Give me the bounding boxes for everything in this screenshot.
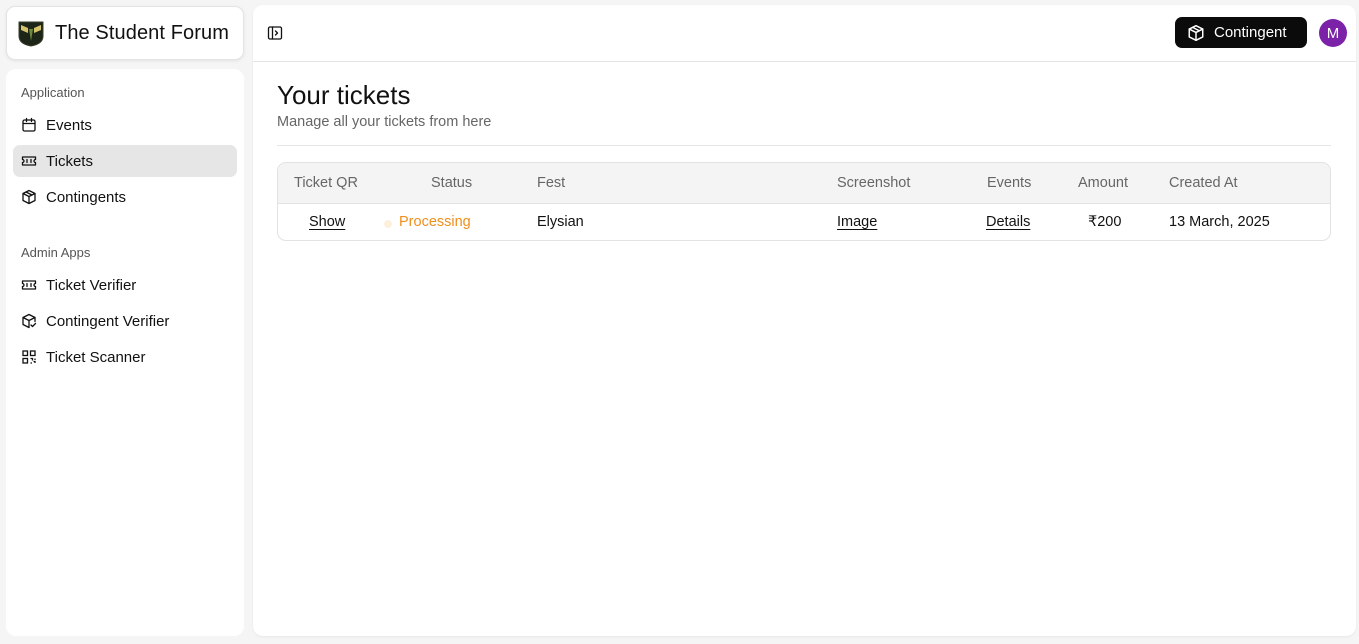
- sidebar-item-contingents[interactable]: Contingents: [13, 181, 237, 213]
- column-header-created-at: Created At: [1169, 175, 1238, 191]
- column-header-fest: Fest: [537, 175, 566, 191]
- avatar[interactable]: M: [1319, 19, 1347, 47]
- tickets-table: Ticket QR Status Fest Screenshot Events …: [277, 162, 1331, 241]
- sidebar-item-label: Contingents: [46, 188, 127, 206]
- events-details-link[interactable]: Details: [986, 214, 1030, 230]
- column-header-status: Status: [431, 175, 473, 191]
- sidebar-item-ticket-scanner[interactable]: Ticket Scanner: [13, 341, 237, 373]
- page-title: Your tickets: [277, 80, 411, 110]
- sidebar-item-label: Ticket Verifier: [46, 276, 137, 294]
- sidebar-item-events[interactable]: Events: [13, 109, 237, 141]
- column-header-ticket-qr: Ticket QR: [294, 175, 358, 191]
- sidebar-toggle-button[interactable]: [265, 23, 285, 43]
- column-header-amount: Amount: [1078, 175, 1128, 191]
- column-header-events: Events: [987, 175, 1032, 191]
- sidebar-item-tickets[interactable]: Tickets: [13, 145, 237, 177]
- sidebar-toggle-icon: [267, 25, 283, 41]
- package-icon: [21, 189, 37, 205]
- main-panel: Contingent M Your tickets Manage all you…: [253, 5, 1356, 636]
- page-subtitle: Manage all your tickets from here: [277, 114, 492, 130]
- topbar: Contingent M: [253, 5, 1356, 62]
- sidebar-item-label: Ticket Scanner: [46, 348, 146, 366]
- contingent-button-label: Contingent: [1214, 24, 1287, 41]
- screenshot-image-link[interactable]: Image: [837, 214, 877, 230]
- calendar-icon: [21, 117, 37, 133]
- sidebar-item-label: Contingent Verifier: [46, 312, 170, 330]
- status-indicator-icon: [384, 220, 392, 228]
- ticket-icon: [21, 153, 37, 169]
- sidebar-item-contingent-verifier[interactable]: Contingent Verifier: [13, 305, 237, 337]
- sidebar-item-ticket-verifier[interactable]: Ticket Verifier: [13, 269, 237, 301]
- contingent-button[interactable]: Contingent: [1175, 17, 1307, 48]
- status-badge: Processing: [399, 214, 471, 230]
- created-at-value: 13 March, 2025: [1169, 214, 1270, 230]
- forum-logo-icon: [17, 19, 45, 47]
- amount-value: ₹200: [1088, 214, 1122, 230]
- ticket-icon: [21, 277, 37, 293]
- column-header-screenshot: Screenshot: [837, 175, 911, 191]
- sidebar-group-label-application: Application: [21, 85, 85, 100]
- divider: [277, 145, 1331, 146]
- show-qr-link[interactable]: Show: [309, 214, 345, 230]
- package-icon: [1187, 24, 1205, 42]
- sidebar-item-label: Tickets: [46, 152, 93, 170]
- package-check-icon: [21, 313, 37, 329]
- fest-name: Elysian: [537, 214, 584, 230]
- sidebar: Application Events Tickets Contingents A…: [6, 69, 244, 636]
- sidebar-item-label: Events: [46, 116, 92, 134]
- table-header: Ticket QR Status Fest Screenshot Events …: [278, 163, 1330, 204]
- qr-code-icon: [21, 349, 37, 365]
- brand-header[interactable]: The Student Forum: [6, 6, 244, 60]
- sidebar-group-label-admin: Admin Apps: [21, 245, 91, 260]
- brand-title: The Student Forum: [55, 21, 230, 44]
